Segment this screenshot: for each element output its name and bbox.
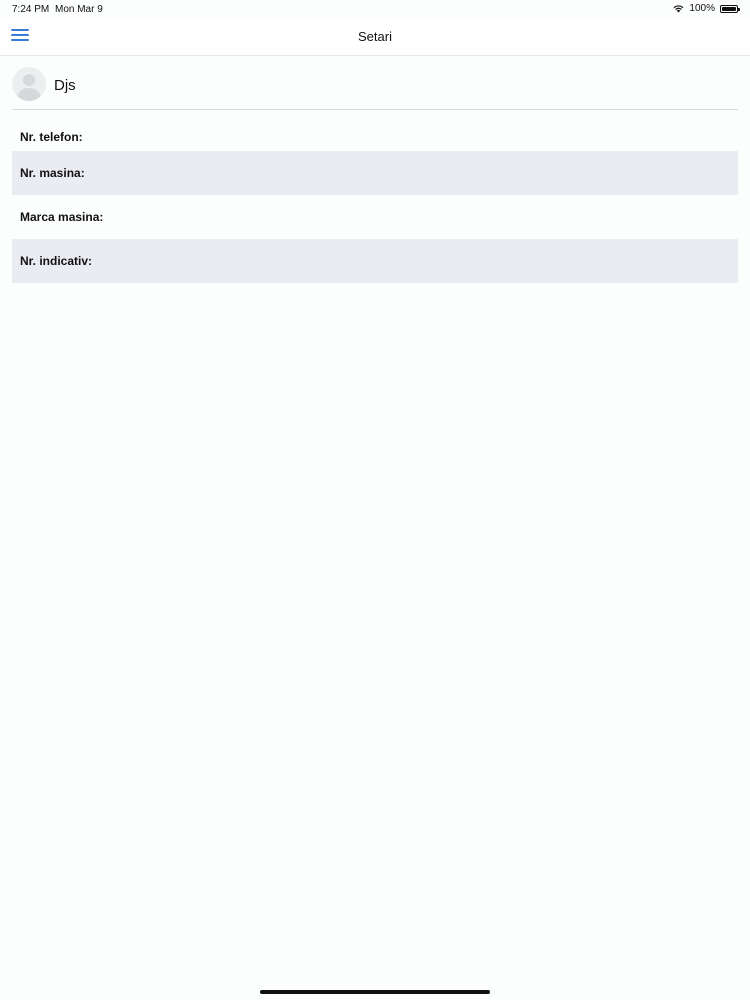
- status-bar: 7:24 PM Mon Mar 9 100%: [0, 0, 750, 18]
- settings-screen: 7:24 PM Mon Mar 9 100% Setari Djs Nr. te…: [0, 0, 750, 1000]
- field-call-sign[interactable]: Nr. indicativ:: [12, 239, 738, 283]
- page-title: Setari: [358, 29, 392, 44]
- field-label: Nr. indicativ:: [20, 254, 93, 268]
- field-label: Marca masina:: [20, 210, 104, 224]
- person-silhouette-icon: [17, 74, 41, 101]
- avatar[interactable]: [12, 67, 46, 101]
- status-time: 7:24 PM: [12, 4, 50, 15]
- field-label: Nr. telefon:: [20, 130, 83, 144]
- navigation-bar: Setari: [0, 18, 750, 56]
- field-phone-number[interactable]: Nr. telefon:: [12, 120, 738, 151]
- home-indicator[interactable]: [260, 990, 490, 994]
- battery-percentage: 100%: [689, 3, 715, 14]
- status-date: Mon Mar 9: [55, 4, 103, 15]
- info-list: Nr. telefon: Nr. masina: Marca masina: N…: [12, 120, 738, 283]
- status-indicators: 100%: [673, 3, 740, 14]
- field-label: Nr. masina:: [20, 166, 85, 180]
- wifi-icon: [673, 4, 684, 13]
- profile-header: Djs: [12, 64, 738, 110]
- battery-icon: [720, 4, 740, 13]
- field-car-number[interactable]: Nr. masina:: [12, 151, 738, 195]
- profile-name: Djs: [54, 77, 76, 94]
- field-car-brand[interactable]: Marca masina:: [12, 195, 738, 239]
